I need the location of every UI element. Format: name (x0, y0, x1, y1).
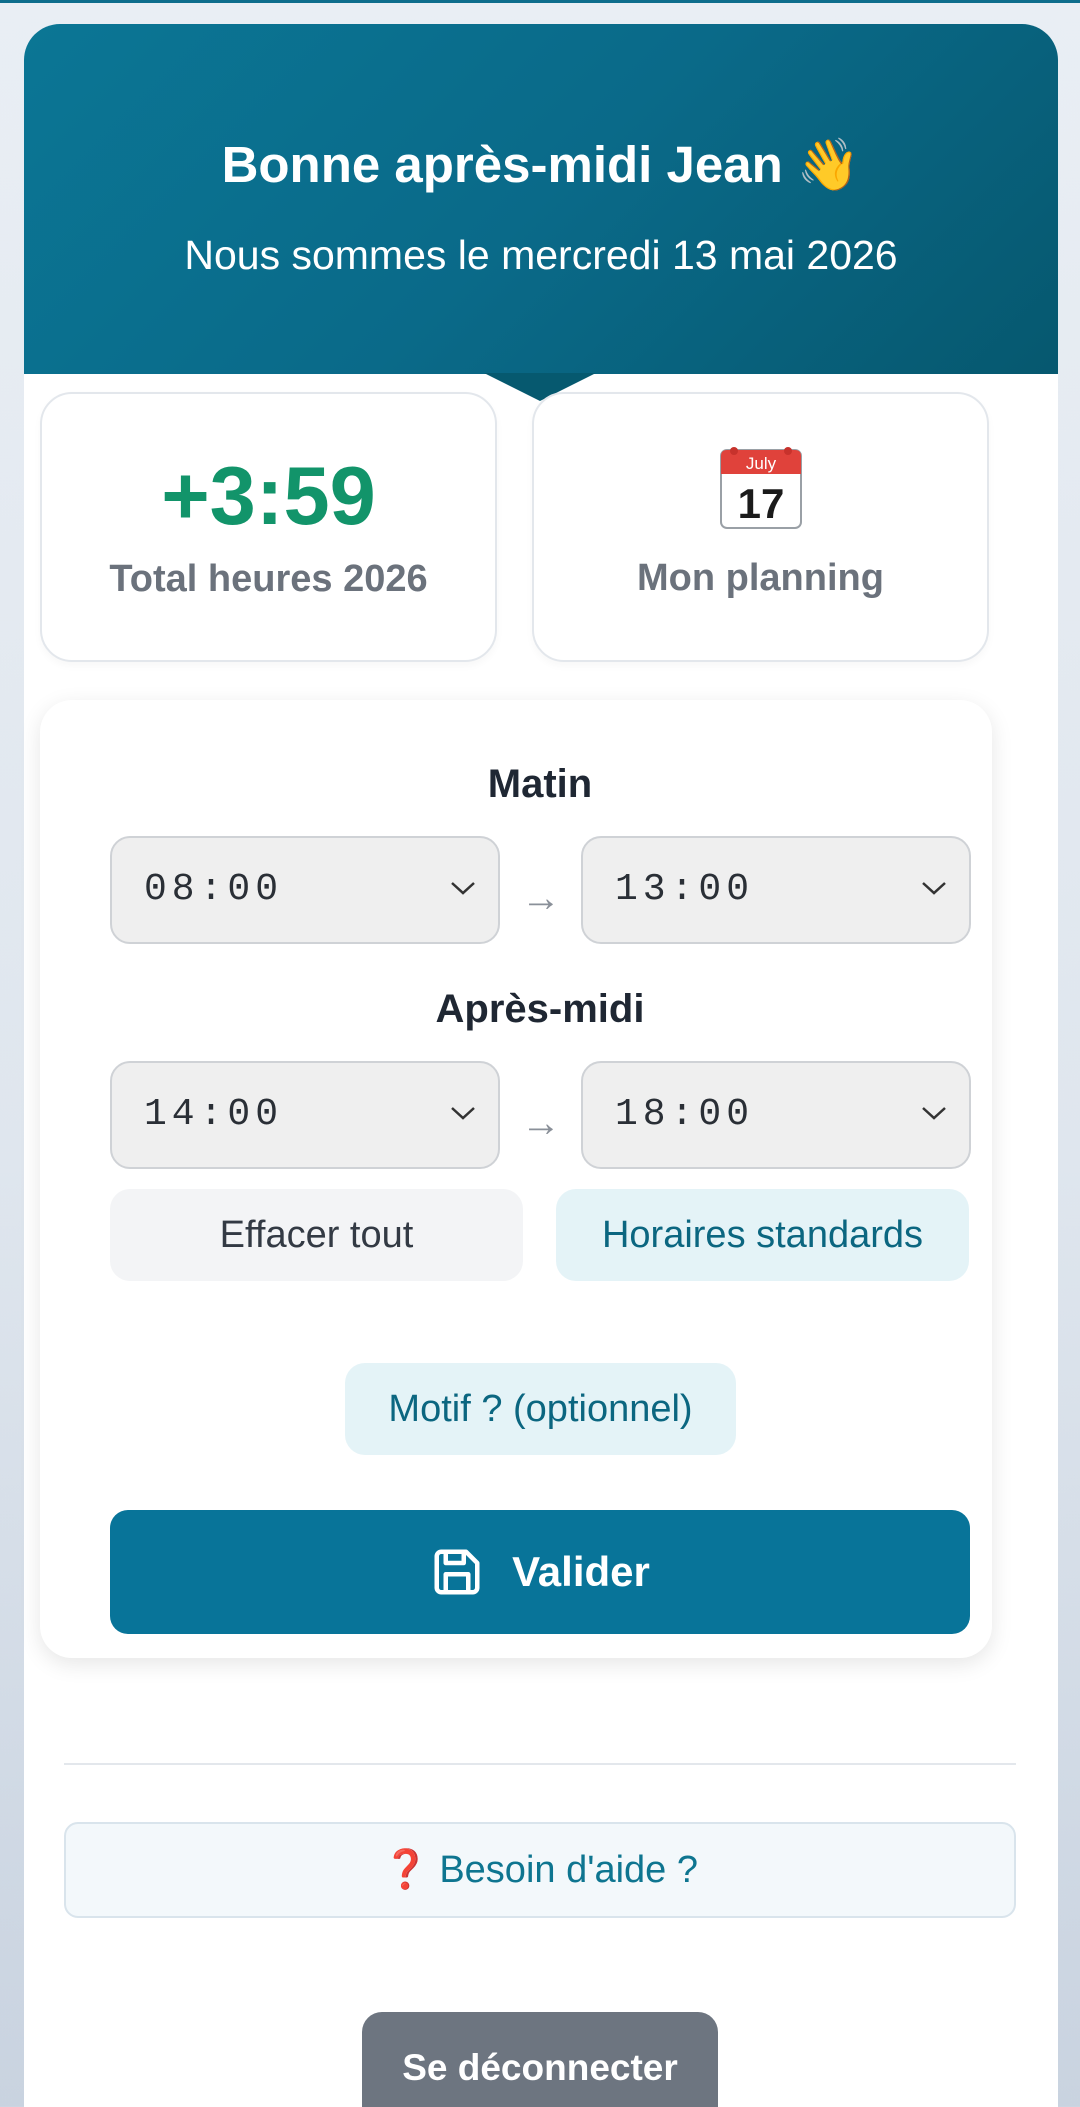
morning-end-select[interactable]: 13:00 (581, 836, 971, 944)
validate-label: Valider (512, 1548, 650, 1595)
chevron-down-icon (451, 1107, 475, 1120)
question-icon: ❓ (382, 1849, 430, 1891)
morning-range-arrow: → (521, 876, 561, 920)
afternoon-range-arrow: → (521, 1101, 561, 1145)
afternoon-end-value: 18:00 (615, 1093, 755, 1136)
afternoon-start-select[interactable]: 14:00 (110, 1061, 500, 1169)
morning-start-select[interactable]: 08:00 (110, 836, 500, 944)
current-date: Nous sommes le mercredi 13 mai 2026 (184, 232, 898, 278)
logout-button[interactable]: Se déconnecter (362, 2012, 718, 2107)
chevron-down-icon (922, 882, 946, 895)
afternoon-title: Après-midi (435, 987, 645, 1031)
morning-end-value: 13:00 (615, 868, 755, 911)
standard-hours-button[interactable]: Horaires standards (556, 1189, 969, 1281)
total-hours-card[interactable]: +3:59 Total heures 2026 (40, 392, 497, 662)
chevron-down-icon (451, 882, 475, 895)
morning-title: Matin (487, 762, 593, 806)
calendar-icon: July 17 (720, 447, 802, 529)
morning-start-value: 08:00 (144, 868, 284, 911)
help-label: Besoin d'aide ? (439, 1849, 698, 1891)
section-divider (64, 1763, 1016, 1765)
afternoon-start-value: 14:00 (144, 1093, 284, 1136)
total-hours-value: +3:59 (161, 449, 376, 542)
total-hours-label: Total heures 2026 (109, 558, 428, 600)
greeting-title: Bonne après-midi Jean 👋 (221, 136, 861, 193)
reason-button[interactable]: Motif ? (optionnel) (345, 1363, 736, 1455)
calendar-day: 17 (738, 480, 785, 527)
calendar-month: July (746, 454, 777, 473)
save-icon (434, 1549, 480, 1595)
clear-all-button[interactable]: Effacer tout (110, 1189, 523, 1281)
validate-button[interactable]: Valider (110, 1510, 970, 1634)
greeting-header: Bonne après-midi Jean 👋 Nous sommes le m… (24, 24, 1058, 374)
planning-card[interactable]: July 17 Mon planning (532, 392, 989, 662)
planning-label: Mon planning (637, 557, 884, 599)
top-accent-bar (0, 0, 1080, 3)
afternoon-end-select[interactable]: 18:00 (581, 1061, 971, 1169)
help-link[interactable]: ❓ Besoin d'aide ? (64, 1822, 1016, 1918)
chevron-down-icon (922, 1107, 946, 1120)
